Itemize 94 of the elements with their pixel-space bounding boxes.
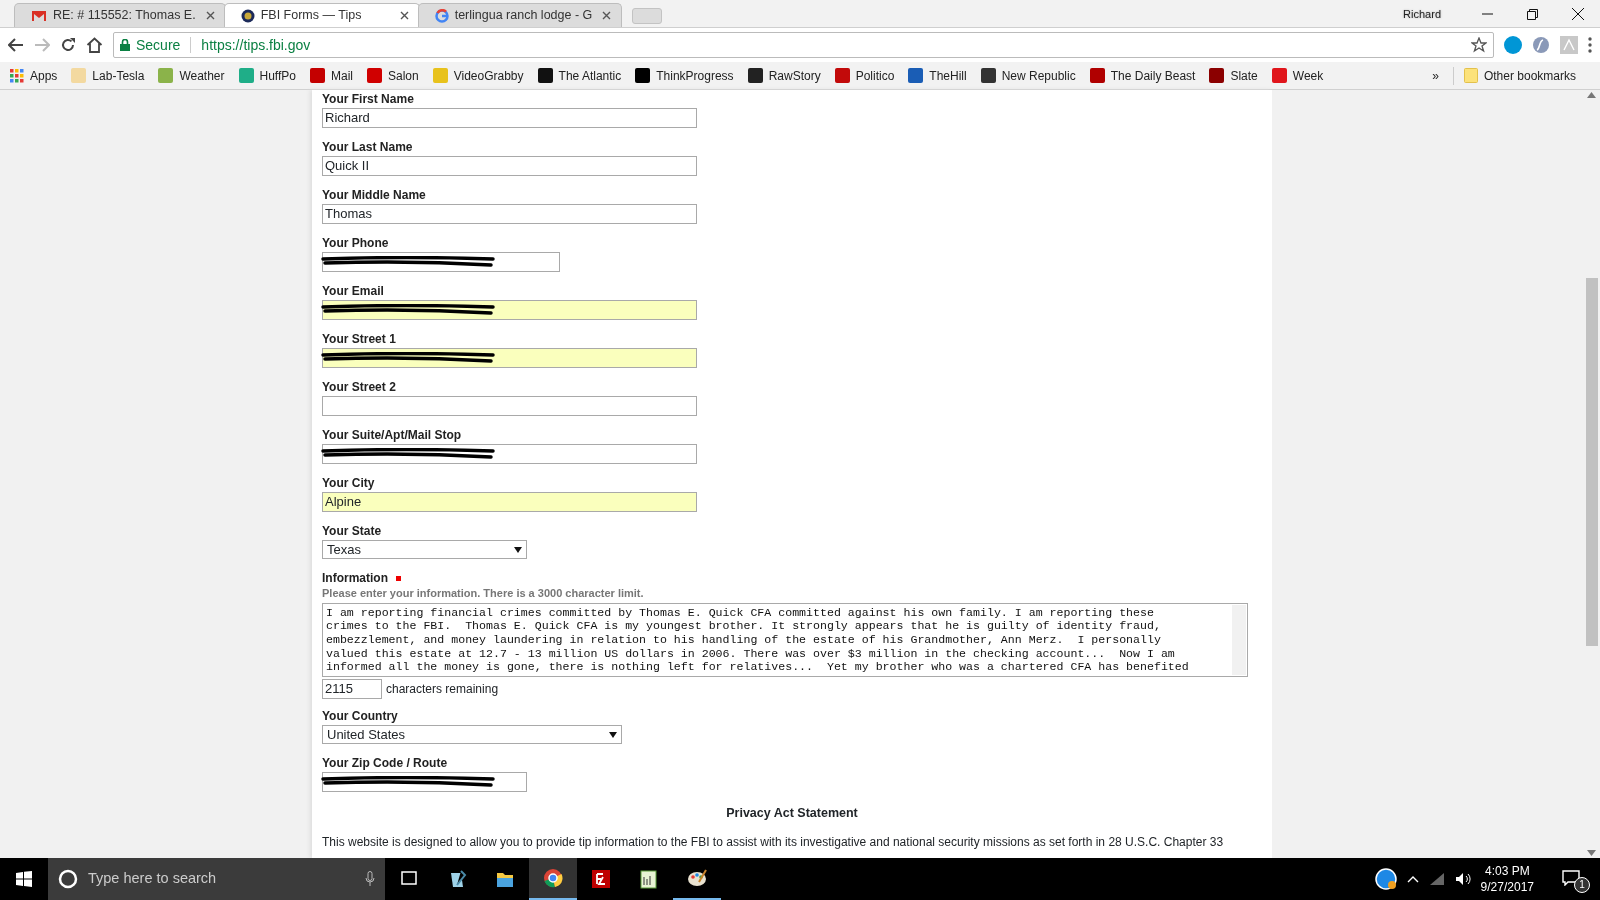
- field-label: Your Middle Name: [322, 188, 427, 202]
- home-icon[interactable]: [86, 37, 103, 53]
- scroll-down-icon[interactable]: [1587, 850, 1596, 856]
- filezilla-icon[interactable]: [591, 869, 611, 889]
- message-icon: [1562, 870, 1580, 886]
- bookmark[interactable]: VideoGrabby: [432, 66, 524, 85]
- bookmark[interactable]: The Atlantic: [537, 66, 622, 85]
- bookmark[interactable]: Politico: [834, 66, 895, 85]
- field-label: Your Email: [322, 284, 385, 298]
- input-field[interactable]: [322, 396, 697, 416]
- seal-icon: [240, 8, 255, 23]
- close-icon[interactable]: [1571, 8, 1584, 20]
- bookmark[interactable]: ThinkProgress: [635, 66, 734, 85]
- page-scrollbar[interactable]: [1583, 90, 1600, 858]
- lock-icon: [120, 39, 130, 51]
- field-label: Your Last Name: [322, 140, 414, 154]
- url-text: https://tips.fbi.gov: [201, 35, 311, 55]
- spreadsheet-icon[interactable]: [639, 869, 659, 889]
- notification-center-button[interactable]: 1: [1558, 864, 1594, 894]
- bookmark[interactable]: New Republic: [980, 66, 1076, 85]
- scroll-thumb[interactable]: [1585, 278, 1598, 646]
- microphone-icon[interactable]: [365, 871, 375, 887]
- dropdown-arrow-icon: [609, 731, 617, 738]
- field-label: Your Suite/Apt/Mail Stop: [322, 428, 463, 442]
- folder-icon: [1463, 68, 1478, 83]
- input-field[interactable]: Thomas: [322, 204, 697, 224]
- browser-tab[interactable]: RE: # 115552: Thomas E.: [14, 3, 226, 27]
- bookmark[interactable]: Apps: [10, 66, 58, 85]
- bookmark[interactable]: TheHill: [908, 66, 967, 85]
- dropdown-arrow-icon: [514, 546, 522, 553]
- browser-tab[interactable]: FBI Forms — Tips: [223, 3, 420, 27]
- field-label: Information: [322, 571, 388, 585]
- bookmark[interactable]: Mail: [310, 66, 353, 85]
- address-bar[interactable]: Secure https://tips.fbi.gov: [113, 32, 1494, 58]
- input-field[interactable]: Richard: [322, 108, 697, 128]
- input-field[interactable]: [322, 772, 527, 792]
- bookmark[interactable]: Weather: [158, 66, 225, 85]
- profile-name[interactable]: Richard: [1403, 5, 1441, 23]
- windows-start-icon[interactable]: [16, 871, 32, 887]
- dropdown[interactable]: United States: [322, 725, 622, 744]
- star-icon[interactable]: [1471, 37, 1487, 53]
- volume-icon[interactable]: [1454, 872, 1471, 886]
- notification-count: 1: [1574, 877, 1590, 893]
- paint-palette-icon[interactable]: [687, 868, 707, 888]
- bookmark[interactable]: Lab-Tesla: [71, 66, 145, 85]
- dropdown[interactable]: Texas: [322, 540, 527, 559]
- textarea-scrollbar[interactable]: [1232, 604, 1246, 675]
- character-count-field: 2115: [322, 679, 382, 699]
- bookmark[interactable]: RawStory: [747, 66, 821, 85]
- bookmark[interactable]: Salon: [367, 66, 419, 85]
- wifi-icon[interactable]: [1428, 872, 1445, 886]
- field-label: Your Street 2: [322, 380, 397, 394]
- restore-icon[interactable]: [1527, 8, 1538, 20]
- flash-icon[interactable]: [1532, 36, 1550, 54]
- input-field[interactable]: Quick II: [322, 156, 697, 176]
- apps-grid-icon: [10, 68, 24, 83]
- more-bookmarks-button[interactable]: »: [1432, 66, 1439, 85]
- bookmark[interactable]: The Daily Beast: [1089, 66, 1196, 85]
- cortana-circle-icon: [58, 869, 78, 889]
- field-label: Your Street 1: [322, 332, 397, 346]
- input-field[interactable]: [322, 300, 697, 320]
- bookmark[interactable]: Slate: [1209, 66, 1258, 85]
- field-label: Your Phone: [322, 236, 390, 250]
- close-icon[interactable]: [399, 11, 409, 20]
- field-label: Your Country: [322, 709, 399, 723]
- field-label: Your City: [322, 476, 376, 490]
- back-icon[interactable]: [8, 38, 24, 52]
- input-field[interactable]: [322, 348, 697, 368]
- text-area[interactable]: I am reporting financial crimes committed by Thomas E. Quick CFA committed against his own family. I am reporting these crimes to the FBI. Thomas E. Quick CFA is my youngest brother. It strongly appears that he is guilty of identity fraud, embezzlement, and money laundering in relation to his handling of the estate of his Grandmother, Ann Merz. I personally valued this estate at 12.7 - 13 million US dollars in 2006. There was over $3 million in the checking account... Now I am informed all the money is gone, there is nothing left for relatives... Yet my brother who was a chartered CFA has benefited: [322, 602, 1248, 677]
- secure-label: Secure: [136, 35, 181, 55]
- chevron-up-icon[interactable]: [1406, 875, 1419, 883]
- field-label: Your State: [322, 524, 383, 538]
- bookmark[interactable]: HuffPo: [238, 66, 296, 85]
- browser-tab[interactable]: terlingua ranch lodge - G: [417, 3, 623, 27]
- input-field[interactable]: [322, 444, 697, 464]
- input-field[interactable]: Alpine: [322, 492, 697, 512]
- taskbar-clock[interactable]: 4:03 PM 9/27/2017: [1480, 863, 1534, 895]
- google-icon: [434, 8, 449, 23]
- section-heading: Privacy Act Statement: [725, 805, 859, 822]
- menu-icon[interactable]: [1588, 37, 1592, 53]
- input-field[interactable]: [322, 252, 560, 272]
- field-label: Your Zip Code / Route: [322, 756, 449, 770]
- character-count-label: characters remaining: [386, 681, 499, 698]
- bookmark[interactable]: Week: [1271, 66, 1324, 85]
- help-icon[interactable]: [1374, 868, 1397, 890]
- taskbar-search-field[interactable]: Type here to search: [48, 858, 385, 900]
- mail-icon: [31, 9, 47, 22]
- chrome-icon[interactable]: [543, 868, 563, 888]
- reload-icon[interactable]: [60, 37, 76, 53]
- field-label: Your First Name: [322, 92, 415, 106]
- field-hint: Please enter your information. There is a 3000 character limit.: [322, 586, 645, 601]
- bookmark-folder[interactable]: Other bookmarks: [1463, 66, 1576, 85]
- paragraph: This website is designed to allow you to provide tip information to the FBI to assist with its investigative and national security missions as set forth in 28 U.S.C. Chapter 33: [322, 833, 1225, 851]
- scroll-up-icon[interactable]: [1587, 92, 1596, 98]
